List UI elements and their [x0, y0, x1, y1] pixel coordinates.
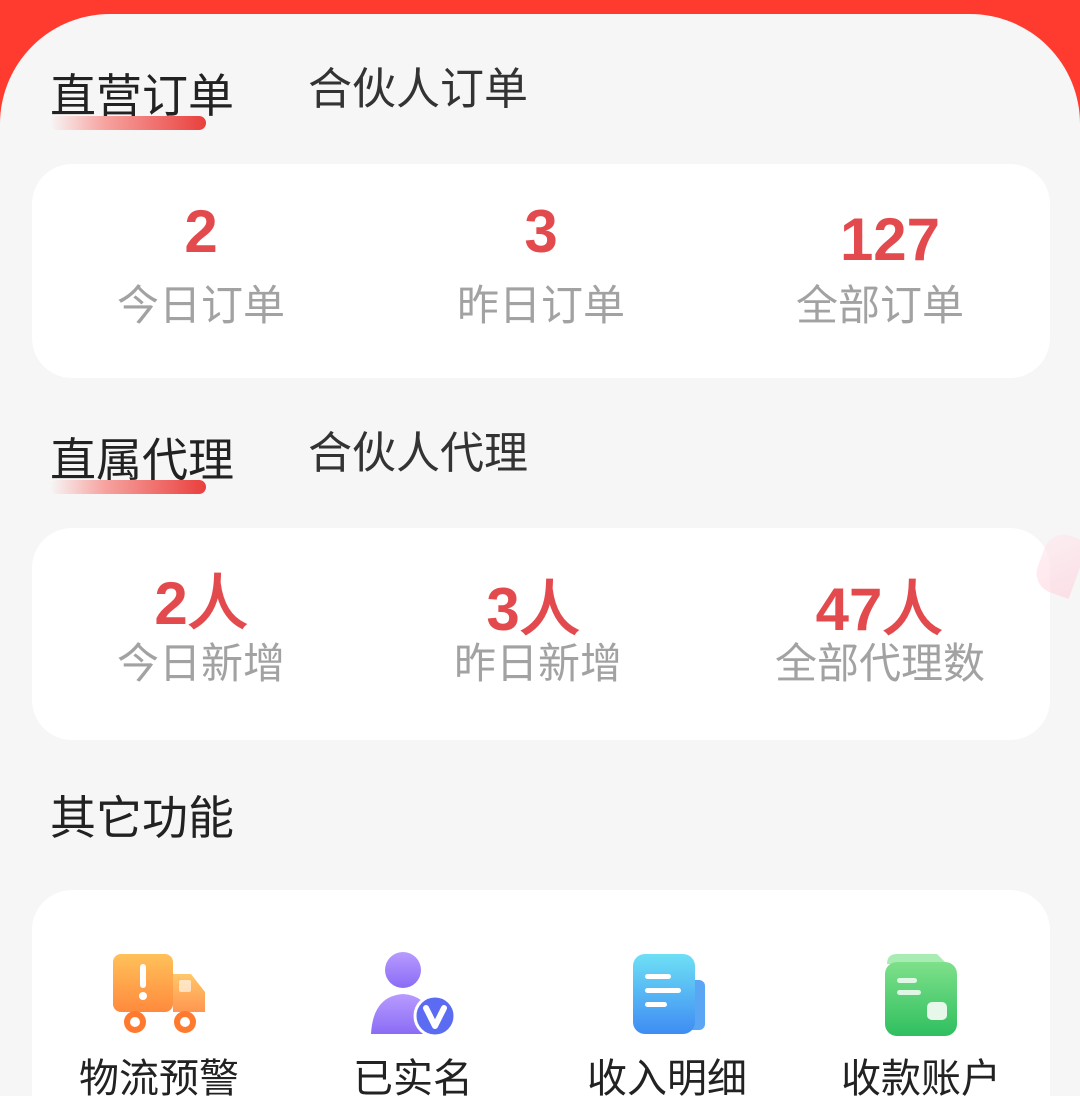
other-functions-title: 其它功能 — [50, 792, 234, 844]
order-tabs: 直营订单 合伙人订单 — [50, 65, 650, 146]
main-sheet: 直营订单 合伙人订单 2 今日订单 3 昨日订单 127 全部订单 直属代理 合… — [0, 14, 1080, 1096]
stat-label: 今日订单 — [116, 282, 285, 329]
stat-value: 3 — [524, 198, 558, 265]
func-payment-account[interactable]: 收款账户 — [811, 950, 1031, 1096]
tab-active-underline — [50, 480, 206, 494]
func-label: 收入明细 — [587, 1057, 747, 1096]
func-verified[interactable]: 已实名 — [303, 950, 523, 1096]
stat-label: 今日新增 — [116, 640, 285, 687]
income-detail-icon — [617, 950, 717, 1040]
tab-partner-agents[interactable]: 合伙人代理 — [308, 424, 528, 484]
stat-value: 2人 — [154, 570, 248, 637]
tab-active-underline — [50, 116, 206, 130]
func-label: 物流预警 — [79, 1057, 239, 1096]
wallet-icon — [871, 950, 971, 1040]
stat-yesterday-orders[interactable]: 3 昨日订单 — [391, 200, 691, 334]
agent-tabs: 直属代理 合伙人代理 — [50, 429, 650, 510]
func-logistics-warning[interactable]: 物流预警 — [49, 950, 269, 1096]
stat-value: 47人 — [815, 576, 943, 643]
stat-all-agents[interactable]: 47人 全部代理数 — [730, 578, 1030, 692]
stat-value: 2 — [184, 198, 218, 265]
stat-today-new-agents[interactable]: 2人 今日新增 — [51, 572, 351, 692]
stat-today-orders[interactable]: 2 今日订单 — [51, 200, 351, 334]
stat-label: 全部订单 — [795, 282, 964, 329]
stat-value: 127 — [839, 206, 941, 273]
func-label: 收款账户 — [841, 1057, 1001, 1096]
func-label: 已实名 — [353, 1057, 473, 1096]
truck-warning-icon — [109, 950, 209, 1040]
user-verified-icon — [363, 950, 463, 1040]
stat-value: 3人 — [486, 576, 580, 643]
stat-yesterday-new-agents[interactable]: 3人 昨日新增 — [386, 578, 686, 692]
stat-label: 昨日订单 — [456, 282, 625, 329]
functions-card: 物流预警 已实名 收入明细 收款账户 — [32, 890, 1050, 1096]
stat-all-orders[interactable]: 127 全部订单 — [730, 208, 1030, 334]
func-income-detail[interactable]: 收入明细 — [557, 950, 777, 1096]
tab-partner-orders[interactable]: 合伙人订单 — [308, 60, 528, 120]
stat-label: 全部代理数 — [774, 640, 985, 687]
stat-label: 昨日新增 — [453, 640, 622, 687]
agent-stats-card: 2人 今日新增 3人 昨日新增 47人 全部代理数 — [32, 528, 1050, 740]
order-stats-card: 2 今日订单 3 昨日订单 127 全部订单 — [32, 164, 1050, 378]
